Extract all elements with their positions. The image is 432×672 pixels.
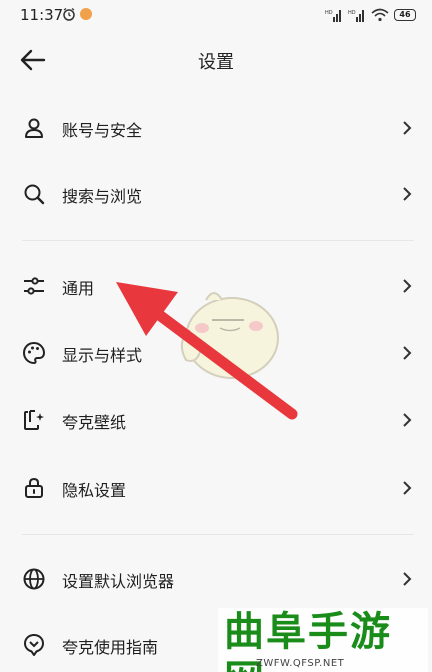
search-icon	[24, 184, 45, 205]
watermark-url: ZWFW.QFSP.NET	[256, 658, 345, 669]
settings-item-privacy[interactable]: 隐私设置	[0, 460, 432, 516]
status-bar: 11:37 HD HD 46	[0, 0, 432, 32]
wallpaper-icon	[24, 410, 44, 430]
person-icon	[25, 118, 43, 138]
settings-item-label: 夸克使用指南	[62, 638, 159, 657]
globe-icon	[23, 568, 45, 590]
settings-item-label: 搜索与浏览	[62, 187, 143, 206]
status-indicators: HD HD 46	[325, 6, 416, 24]
signal-icon: HD	[325, 10, 341, 22]
app-notification-icon	[80, 8, 92, 20]
header: 设置	[0, 36, 432, 84]
settings-item-display-style[interactable]: 显示与样式	[0, 325, 432, 381]
settings-item-search-browse[interactable]: 搜索与浏览	[0, 166, 432, 222]
settings-item-label: 通用	[62, 279, 95, 298]
wifi-icon	[371, 8, 389, 22]
svg-text:HD: HD	[325, 10, 333, 16]
lock-icon	[25, 477, 43, 498]
settings-item-default-browser[interactable]: 设置默认浏览器	[0, 551, 432, 607]
chevron-right-icon	[403, 413, 412, 427]
chevron-right-icon	[403, 121, 412, 135]
svg-text:HD: HD	[348, 10, 356, 16]
signal-icon-2: HD	[348, 10, 364, 22]
settings-item-label: 夸克壁纸	[62, 413, 127, 432]
settings-item-label: 隐私设置	[62, 481, 127, 500]
chevron-right-icon	[403, 279, 412, 293]
section-divider	[22, 240, 414, 241]
palette-icon	[22, 341, 46, 365]
settings-item-label: 账号与安全	[62, 121, 143, 140]
section-divider	[22, 534, 414, 535]
status-time: 11:37	[20, 6, 64, 24]
sliders-icon	[24, 277, 44, 295]
settings-item-label: 显示与样式	[62, 346, 143, 365]
settings-item-label: 设置默认浏览器	[62, 572, 175, 591]
alarm-icon	[63, 7, 75, 21]
settings-item-wallpaper[interactable]: 夸克壁纸	[0, 392, 432, 448]
settings-item-general[interactable]: 通用	[0, 258, 432, 314]
site-watermark: 曲阜手游网 ZWFW.QFSP.NET	[218, 608, 428, 672]
chevron-right-icon	[403, 346, 412, 360]
guide-icon	[24, 634, 44, 656]
chevron-right-icon	[403, 187, 412, 201]
chevron-right-icon	[403, 481, 412, 495]
chevron-right-icon	[403, 572, 412, 586]
page-title: 设置	[198, 52, 234, 73]
settings-item-account-security[interactable]: 账号与安全	[0, 100, 432, 156]
battery-indicator: 46	[394, 9, 416, 21]
